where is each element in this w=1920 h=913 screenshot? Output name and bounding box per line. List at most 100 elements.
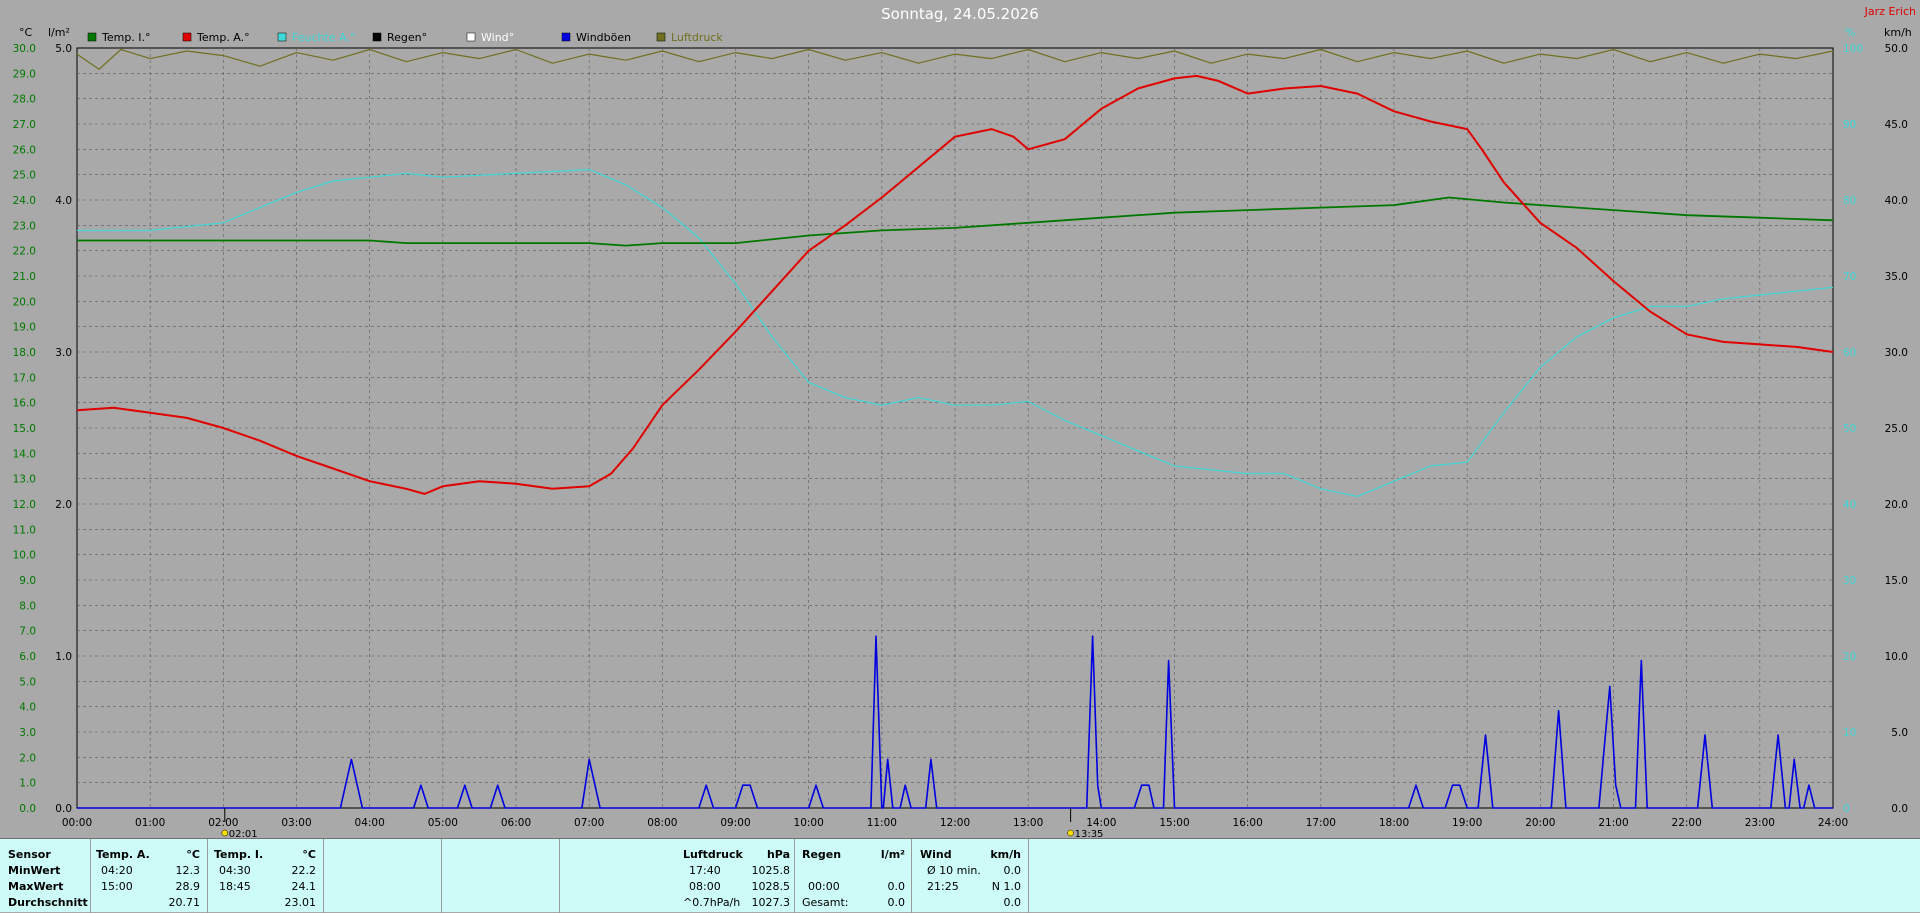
rain-tick-label: 3.0 <box>55 347 72 359</box>
temp-tick-label: 25.0 <box>13 170 36 182</box>
temp-tick-label: 27.0 <box>13 119 36 131</box>
wind-tick-label: 45.0 <box>1885 119 1908 131</box>
time-tick-label: 06:00 <box>501 817 531 829</box>
temp-tick-label: 28.0 <box>13 94 36 106</box>
time-tick-label: 10:00 <box>794 817 824 829</box>
stats-temp-i-unit: °C <box>302 848 316 861</box>
time-tick-label: 16:00 <box>1233 817 1263 829</box>
rain-tick-label: 2.0 <box>55 499 72 511</box>
rain-tick-label: 4.0 <box>55 195 72 207</box>
wind-tick-label: 50.0 <box>1885 43 1908 55</box>
legend-swatch <box>656 32 666 42</box>
time-tick-label: 21:00 <box>1598 817 1628 829</box>
legend-label: Feuchte A.° <box>292 31 355 44</box>
stats-empty-column-2 <box>441 839 559 913</box>
stats-temp-i-max-time: 18:45 <box>219 880 251 893</box>
wind-tick-label: 25.0 <box>1885 423 1908 435</box>
stats-pressure-trend: ^0.7hPa/h <box>683 896 741 909</box>
stats-temp-a-unit: °C <box>186 848 200 861</box>
temp-tick-label: 1.0 <box>19 778 36 790</box>
legend-label: Windböen <box>576 31 631 44</box>
time-tick-label: 04:00 <box>355 817 385 829</box>
temp-tick-label: 24.0 <box>13 195 36 207</box>
sun-icon <box>1067 829 1074 837</box>
stats-wind-header: Wind <box>920 848 952 861</box>
temp-tick-label: 23.0 <box>13 220 36 232</box>
time-tick-label: 07:00 <box>574 817 604 829</box>
stats-rain-value: 0.0 <box>887 880 906 893</box>
axis-unit-wind: km/h <box>1884 26 1912 39</box>
legend-label: Regen° <box>387 31 427 44</box>
stats-rain-total-label: Gesamt: <box>802 896 849 909</box>
rain-tick-label: 1.0 <box>55 651 72 663</box>
stats-sensor-column: Sensor MinWert MaxWert Durchschnitt <box>0 839 90 913</box>
legend-swatch <box>561 32 571 42</box>
rain-tick-label: 0.0 <box>55 803 72 815</box>
temp-tick-label: 7.0 <box>19 626 36 638</box>
humidity-tick-label: 40 <box>1843 499 1856 511</box>
stats-row-max-label: MaxWert <box>8 880 64 893</box>
stats-wind-extra: 0.0 <box>1003 896 1022 909</box>
temp-tick-label: 14.0 <box>13 448 36 460</box>
stats-pressure-header: Luftdruck <box>683 848 743 861</box>
stats-wind-column: Wind km/h Ø 10 min. 0.0 21:25 N 1.0 0.0 <box>911 839 1028 913</box>
wind-tick-label: 15.0 <box>1885 575 1908 587</box>
wind-tick-label: 5.0 <box>1891 727 1908 739</box>
temp-tick-label: 0.0 <box>19 803 36 815</box>
wind-tick-label: 35.0 <box>1885 271 1908 283</box>
legend-swatch <box>277 32 287 42</box>
humidity-tick-label: 10 <box>1843 727 1856 739</box>
temp-tick-label: 5.0 <box>19 676 36 688</box>
stats-sensor-header: Sensor <box>8 848 51 861</box>
wind-tick-label: 40.0 <box>1885 195 1908 207</box>
author-label: Jarz Erich <box>1864 5 1916 18</box>
humidity-tick-label: 70 <box>1843 271 1856 283</box>
temp-tick-label: 30.0 <box>13 43 36 55</box>
stats-temp-i-max: 24.1 <box>291 880 317 893</box>
legend-label: Temp. A.° <box>196 31 250 44</box>
stats-row-avg-label: Durchschnitt <box>8 896 88 909</box>
temp-tick-label: 9.0 <box>19 575 36 587</box>
legend-swatch <box>87 32 97 42</box>
rain-tick-label: 5.0 <box>55 43 72 55</box>
time-tick-label: 17:00 <box>1306 817 1336 829</box>
legend-label: Temp. I.° <box>101 31 151 44</box>
time-tick-label: 09:00 <box>720 817 750 829</box>
humidity-tick-label: 90 <box>1843 119 1856 131</box>
time-tick-label: 05:00 <box>428 817 458 829</box>
time-tick-label: 00:00 <box>62 817 92 829</box>
temp-tick-label: 6.0 <box>19 651 36 663</box>
temp-tick-label: 20.0 <box>13 296 36 308</box>
stats-rain-column: Regen l/m² 00:00 0.0 Gesamt: 0.0 <box>794 839 911 913</box>
humidity-tick-label: 100 <box>1843 43 1863 55</box>
legend-swatch <box>466 32 476 42</box>
wind-tick-label: 0.0 <box>1891 803 1908 815</box>
legend-label: Luftdruck <box>671 31 723 44</box>
stats-pressure-max-time: 08:00 <box>689 880 721 893</box>
stats-wind-time: 21:25 <box>927 880 959 893</box>
stats-wind-unit: km/h <box>990 848 1021 861</box>
time-tick-label: 14:00 <box>1086 817 1116 829</box>
time-tick-label: 01:00 <box>135 817 165 829</box>
temp-tick-label: 3.0 <box>19 727 36 739</box>
stats-empty-column-1 <box>323 839 441 913</box>
stats-temp-i-min: 22.2 <box>291 864 317 877</box>
time-tick-label: 11:00 <box>867 817 897 829</box>
temp-tick-label: 18.0 <box>13 347 36 359</box>
stats-temp-a-min-time: 04:20 <box>101 864 133 877</box>
chart-legend: Temp. I.° Temp. A.° Feuchte A.° Regen° Wind°… <box>87 31 723 44</box>
humidity-tick-label: 50 <box>1843 423 1856 435</box>
temp-tick-label: 12.0 <box>13 499 36 511</box>
stats-wind-avg-label: Ø 10 min. <box>927 864 981 877</box>
stats-pressure-current: 1027.3 <box>751 896 791 909</box>
wind-tick-label: 20.0 <box>1885 499 1908 511</box>
humidity-tick-label: 20 <box>1843 651 1856 663</box>
stats-temp-a-max-time: 15:00 <box>101 880 133 893</box>
time-tick-label: 19:00 <box>1452 817 1482 829</box>
time-tick-label: 22:00 <box>1672 817 1702 829</box>
stats-temp-i-avg: 23.01 <box>284 896 317 909</box>
temp-tick-label: 21.0 <box>13 271 36 283</box>
temp-tick-label: 13.0 <box>13 474 36 486</box>
time-tick-label: 24:00 <box>1818 817 1848 829</box>
temp-tick-label: 11.0 <box>13 524 36 536</box>
